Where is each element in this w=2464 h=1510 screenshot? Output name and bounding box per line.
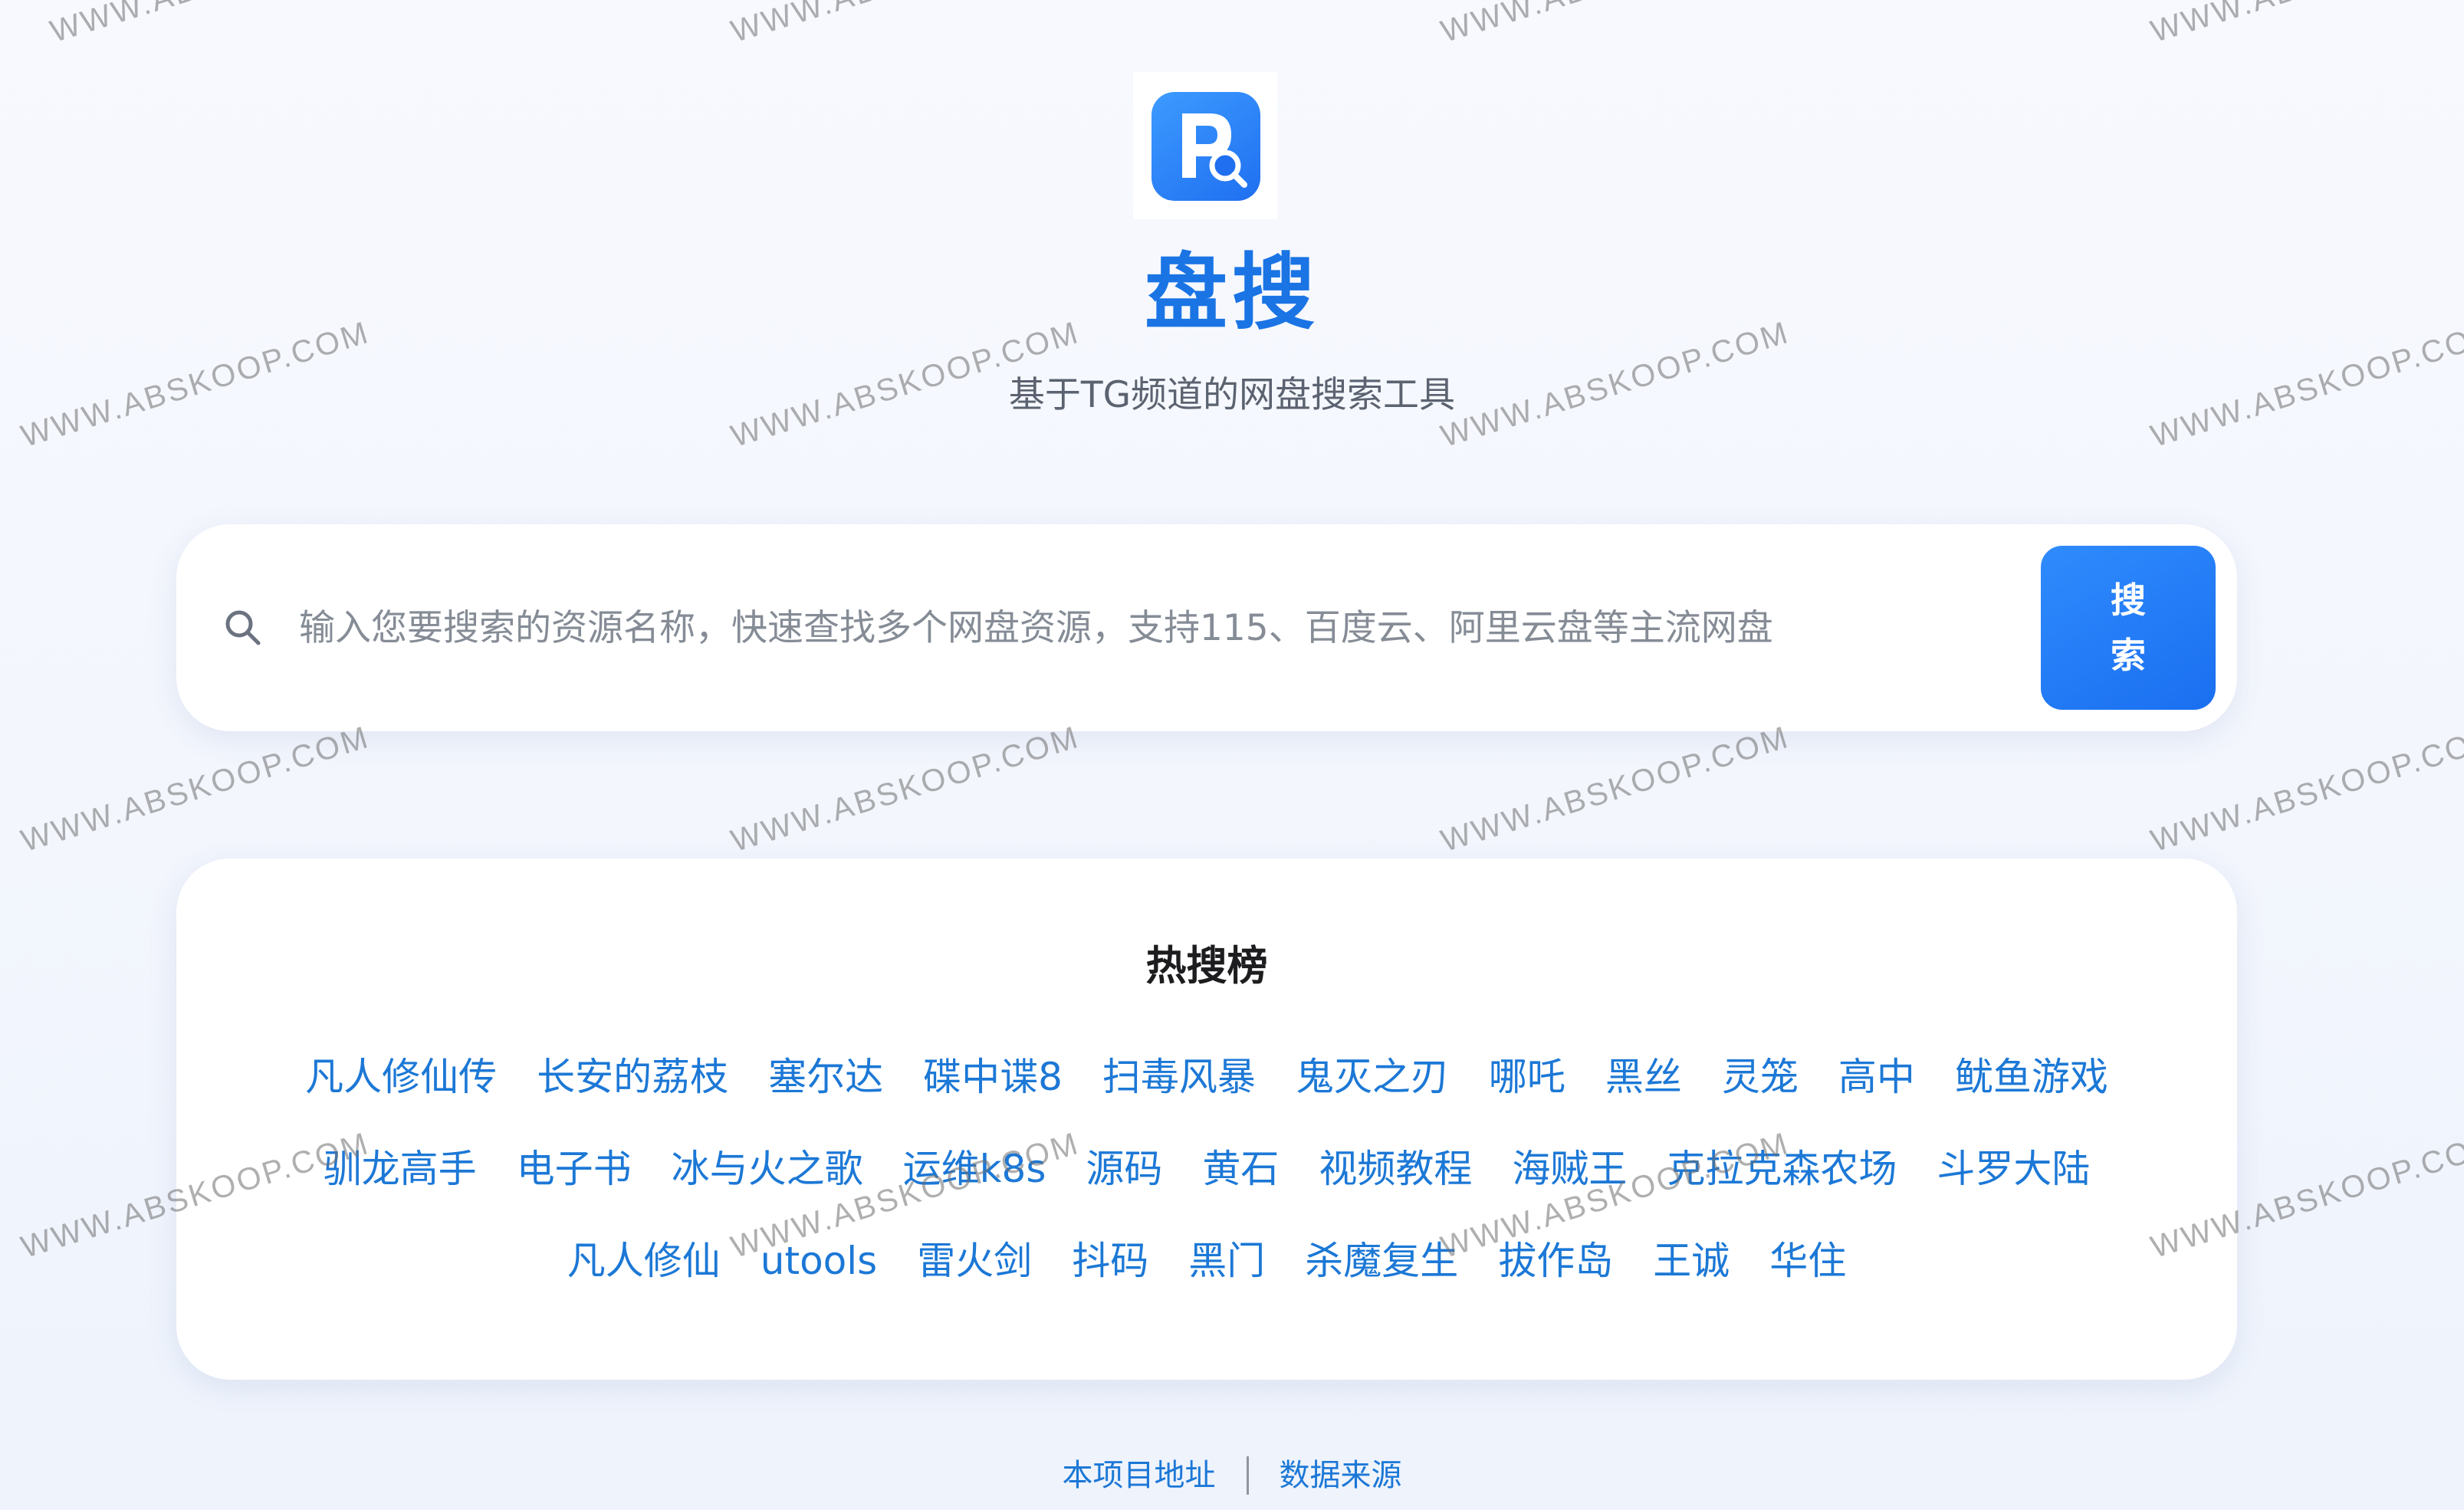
- watermark-text: WWW.ABSKOOP.COM: [1437, 0, 1794, 50]
- watermark-text: WWW.ABSKOOP.COM: [46, 0, 403, 50]
- hot-search-item[interactable]: 驯龙高手: [324, 1138, 477, 1200]
- hot-search-item[interactable]: 长安的荔枝: [537, 1046, 728, 1108]
- hot-search-item[interactable]: 黑丝: [1605, 1046, 1682, 1108]
- hot-search-item[interactable]: 电子书: [517, 1138, 632, 1200]
- search-icon: [225, 610, 261, 645]
- hot-search-item[interactable]: 拔作岛: [1498, 1230, 1613, 1292]
- hot-search-item[interactable]: 克拉克森农场: [1667, 1138, 1897, 1200]
- hot-search-item[interactable]: 凡人修仙传: [305, 1046, 497, 1108]
- hot-search-item[interactable]: 运维k8s: [903, 1138, 1046, 1200]
- hot-search-list: 凡人修仙传 长安的荔枝 塞尔达 碟中谍8 扫毒风暴 鬼灭之刃 哪吒 黑丝 灵笼 高中 鱿鱼游戏驯龙高…: [253, 1046, 2160, 1292]
- watermark-text: WWW.ABSKOOP.COM: [2147, 718, 2464, 858]
- hot-search-item[interactable]: 凡人修仙: [567, 1230, 721, 1292]
- watermark-text: WWW.ABSKOOP.COM: [727, 0, 1084, 50]
- watermark-text: WWW.ABSKOOP.COM: [2147, 0, 2464, 50]
- footer: 本项目地址 数据来源: [0, 1455, 2464, 1496]
- hot-search-item[interactable]: 鱿鱼游戏: [1955, 1046, 2108, 1108]
- watermark-text: WWW.ABSKOOP.COM: [17, 718, 374, 858]
- hot-search-item[interactable]: 华住: [1769, 1230, 1846, 1292]
- page-subtitle: 基于TG频道的网盘搜索工具: [1008, 374, 1456, 416]
- hot-search-item[interactable]: 黄石: [1202, 1138, 1279, 1200]
- hot-search-item[interactable]: 碟中谍8: [923, 1046, 1063, 1108]
- hot-search-item[interactable]: 冰与火之歌: [672, 1138, 863, 1200]
- footer-divider: [1246, 1456, 1249, 1495]
- search-button-label: 搜索: [2111, 579, 2146, 676]
- hot-search-item[interactable]: 海贼王: [1512, 1138, 1627, 1200]
- logo-container: [1133, 72, 1277, 219]
- watermark-text: WWW.ABSKOOP.COM: [727, 718, 1084, 858]
- hot-search-item[interactable]: 王诚: [1653, 1230, 1730, 1292]
- project-link[interactable]: 本项目地址: [1063, 1455, 1216, 1496]
- hot-search-item[interactable]: 高中: [1838, 1046, 1915, 1108]
- hot-search-item[interactable]: 鬼灭之刃: [1296, 1046, 1449, 1108]
- hot-search-item[interactable]: 哪吒: [1489, 1046, 1565, 1108]
- p-search-logo-icon: [1152, 92, 1260, 201]
- watermark-text: WWW.ABSKOOP.COM: [1437, 718, 1794, 858]
- hot-search-card: 热搜榜 凡人修仙传 长安的荔枝 塞尔达 碟中谍8 扫毒风暴 鬼灭之刃 哪吒 黑丝 灵笼 高中 鱿鱼游…: [176, 858, 2237, 1380]
- hot-search-item[interactable]: 黑门: [1188, 1230, 1265, 1292]
- hot-search-item[interactable]: utools: [761, 1230, 877, 1292]
- hot-search-item[interactable]: 斗罗大陆: [1937, 1138, 2090, 1200]
- hot-search-title: 热搜榜: [1145, 943, 1268, 990]
- hot-search-item[interactable]: 雷火剑: [917, 1230, 1032, 1292]
- search-input[interactable]: [299, 587, 2154, 668]
- data-source-link[interactable]: 数据来源: [1280, 1455, 1402, 1496]
- search-button[interactable]: 搜索: [2041, 546, 2216, 710]
- hot-search-item[interactable]: 视频教程: [1319, 1138, 1472, 1200]
- hot-search-item[interactable]: 源码: [1086, 1138, 1162, 1200]
- page-title: 盘搜: [1144, 245, 1319, 341]
- hot-search-item[interactable]: 杀魔复生: [1305, 1230, 1458, 1292]
- hot-search-item[interactable]: 灵笼: [1722, 1046, 1799, 1108]
- hot-search-item[interactable]: 抖码: [1072, 1230, 1148, 1292]
- hot-search-item[interactable]: 塞尔达: [768, 1046, 883, 1108]
- hot-search-item[interactable]: 扫毒风暴: [1102, 1046, 1256, 1108]
- search-bar: 搜索: [176, 524, 2237, 731]
